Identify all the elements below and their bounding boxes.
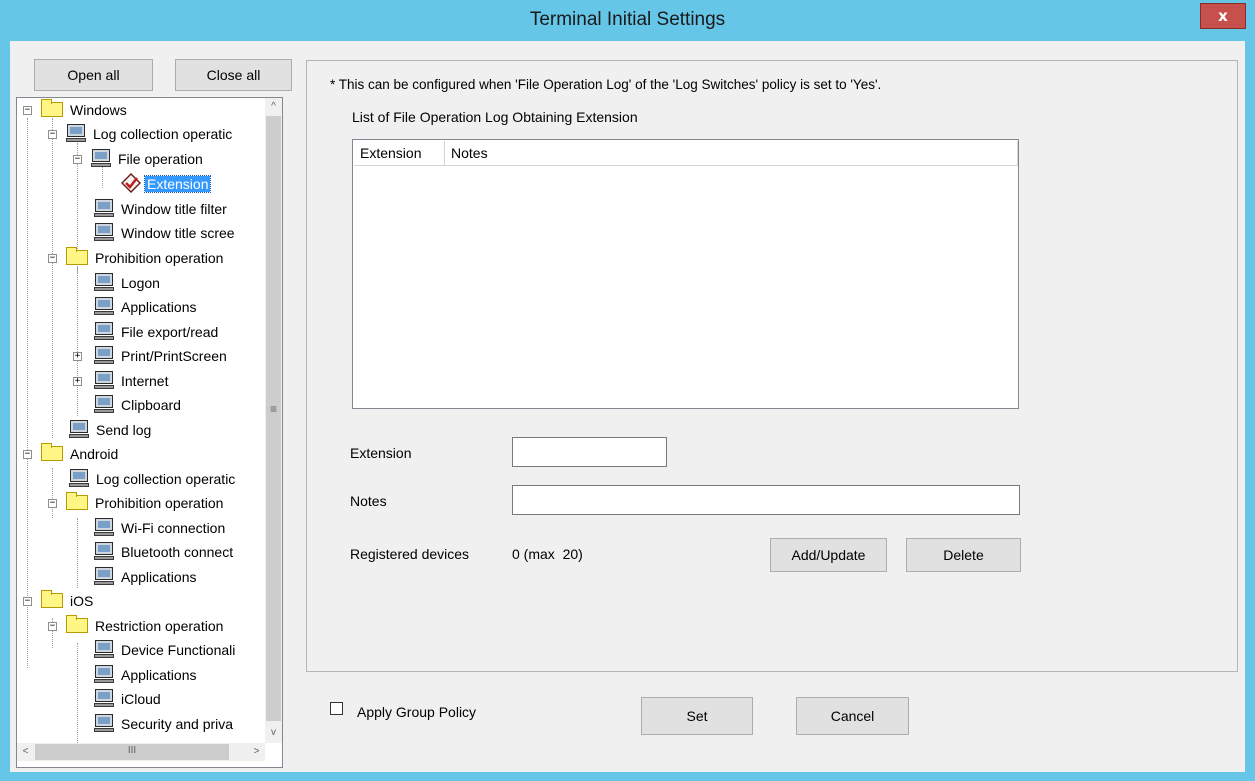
list-header: Extension Notes [354,141,1018,166]
monitor-icon [94,395,114,413]
extension-input[interactable] [512,437,667,467]
tree-node-clipboard[interactable]: Clipboard [94,394,183,416]
cancel-button[interactable]: Cancel [796,697,909,735]
tree-horizontal-scrollbar[interactable]: < III > [17,743,265,761]
close-button[interactable]: x [1200,3,1246,29]
registered-devices-value: 0 (max 20) [512,546,583,562]
column-header-extension[interactable]: Extension [354,141,445,165]
tree-node-send-log[interactable]: Send log [69,419,153,441]
configuration-note: * This can be configured when 'File Oper… [330,77,882,92]
monitor-icon [94,518,114,536]
monitor-icon [94,273,114,291]
monitor-icon [94,640,114,658]
tree-node-android-applications[interactable]: Applications [94,566,199,588]
collapse-icon[interactable]: − [23,450,32,459]
monitor-icon [94,371,114,389]
tree-node-window-title-filter[interactable]: Window title filter [94,198,229,220]
grip-icon: ≡ [269,402,277,416]
scroll-thumb[interactable]: III [35,744,229,760]
folder-icon [66,492,88,510]
tree-node-bluetooth[interactable]: Bluetooth connect [94,541,235,563]
folder-icon [41,99,63,117]
apply-group-policy-checkbox[interactable] [330,702,343,715]
close-icon: x [1218,7,1228,25]
settings-tree[interactable]: − Windows − Log collection operatic − Fi… [16,97,283,768]
window-title: Terminal Initial Settings [529,9,726,30]
monitor-icon [94,689,114,707]
tree-node-security[interactable]: Security and priva [94,713,235,735]
monitor-icon [94,567,114,585]
tree-viewport: − Windows − Log collection operatic − Fi… [17,98,265,743]
expand-icon[interactable]: + [73,352,82,361]
monitor-icon [69,469,89,487]
scroll-up-icon[interactable]: ^ [265,98,282,115]
add-update-button[interactable]: Add/Update [770,538,887,572]
scroll-down-icon[interactable]: v [265,724,282,741]
collapse-icon[interactable]: − [48,130,57,139]
title-bar: Terminal Initial Settings x [0,0,1255,40]
tree-node-file-operation[interactable]: − File operation [69,148,205,170]
tree-vertical-scrollbar[interactable]: ^ ≡ v [265,98,282,743]
notes-label: Notes [350,493,387,509]
tree-node-windows-prohibition[interactable]: − Prohibition operation [44,247,225,269]
collapse-icon[interactable]: − [23,106,32,115]
tree-node-android-prohibition[interactable]: − Prohibition operation [44,492,225,514]
column-header-notes[interactable]: Notes [445,141,1017,165]
tree-node-internet[interactable]: + Internet [69,370,170,392]
collapse-icon[interactable]: − [73,155,82,164]
monitor-icon [94,199,114,217]
tree-node-android[interactable]: − Android [19,443,120,465]
monitor-icon [69,420,89,438]
tree-node-windows-applications[interactable]: Applications [94,296,199,318]
monitor-icon [94,346,114,364]
grip-icon: III [127,745,137,756]
delete-button[interactable]: Delete [906,538,1021,572]
registered-devices-label: Registered devices [350,546,470,562]
expand-icon[interactable]: + [73,377,82,386]
monitor-icon [94,665,114,683]
collapse-icon[interactable]: − [23,597,32,606]
notes-input[interactable] [512,485,1020,515]
tree-node-android-log-collection[interactable]: Log collection operatic [69,468,237,490]
close-all-button[interactable]: Close all [175,59,292,91]
collapse-icon[interactable]: − [48,622,57,631]
scroll-left-icon[interactable]: < [17,743,34,760]
list-title: List of File Operation Log Obtaining Ext… [352,109,638,125]
extension-list[interactable]: Extension Notes [352,139,1019,409]
tree-node-print[interactable]: + Print/PrintScreen [69,345,229,367]
tree-node-icloud[interactable]: iCloud [94,688,163,710]
folder-icon [41,443,63,461]
monitor-icon [94,297,114,315]
checkmark-icon [120,172,142,194]
collapse-icon[interactable]: − [48,499,57,508]
monitor-icon [94,542,114,560]
open-all-button[interactable]: Open all [34,59,153,91]
tree-node-extension[interactable]: Extension [120,172,212,195]
monitor-icon [94,223,114,241]
collapse-icon[interactable]: − [48,254,57,263]
tree-node-window-title-screen[interactable]: Window title scree [94,222,237,244]
folder-icon [66,615,88,633]
monitor-icon [91,149,111,167]
scroll-thumb[interactable]: ≡ [266,116,281,721]
folder-icon [41,590,63,608]
tree-node-ios-restriction[interactable]: − Restriction operation [44,615,225,637]
extension-label: Extension [350,445,412,461]
tree-node-windows-log-collection[interactable]: − Log collection operatic [44,123,234,145]
tree-node-file-export[interactable]: File export/read [94,321,220,343]
tree-node-ios-applications[interactable]: Applications [94,664,199,686]
tree-node-ios[interactable]: − iOS [19,590,95,612]
monitor-icon [66,124,86,142]
tree-node-device-functionality[interactable]: Device Functionali [94,639,237,661]
tree-node-logon[interactable]: Logon [94,272,162,294]
tree-node-windows[interactable]: − Windows [19,99,129,121]
folder-icon [66,247,88,265]
scroll-right-icon[interactable]: > [248,743,265,760]
set-button[interactable]: Set [641,697,753,735]
monitor-icon [94,714,114,732]
tree-node-wifi[interactable]: Wi-Fi connection [94,517,227,539]
apply-group-policy-label[interactable]: Apply Group Policy [357,704,476,720]
monitor-icon [94,322,114,340]
